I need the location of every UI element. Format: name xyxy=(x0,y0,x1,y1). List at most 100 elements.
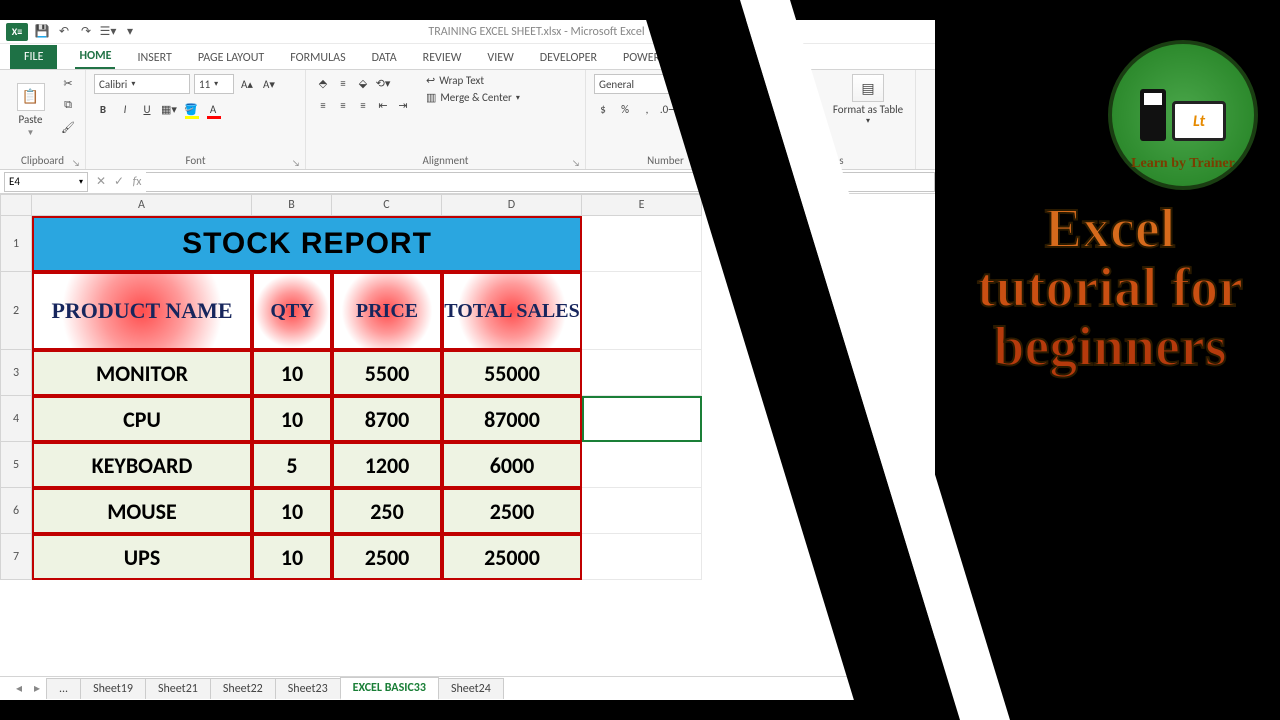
align-middle-icon[interactable]: ≡ xyxy=(334,74,352,92)
enter-icon[interactable]: ✓ xyxy=(110,174,128,189)
name-box[interactable]: E4▾ xyxy=(4,172,88,192)
copy-icon[interactable]: ⧉ xyxy=(59,96,77,114)
cell[interactable]: 8700 xyxy=(332,396,442,442)
orientation-icon[interactable]: ⟲▾ xyxy=(374,74,392,92)
cell[interactable]: KEYBOARD xyxy=(32,442,252,488)
paste-button[interactable]: 📋 Paste ▼ xyxy=(8,74,53,146)
underline-button[interactable]: U xyxy=(138,100,156,118)
number-format-combo[interactable]: General▾ xyxy=(594,74,714,94)
bold-button[interactable]: B xyxy=(94,100,112,118)
accounting-format-button[interactable]: $ xyxy=(594,100,612,118)
wrap-text-button[interactable]: ↩Wrap Text xyxy=(426,74,520,87)
cell[interactable]: 10 xyxy=(252,534,332,580)
font-color-button[interactable]: A xyxy=(204,100,222,118)
row-header[interactable]: 5 xyxy=(0,442,32,488)
tab-developer[interactable]: DEVELOPER xyxy=(536,47,601,69)
merge-center-button[interactable]: ▥Merge & Center▾ xyxy=(426,91,520,104)
redo-icon[interactable]: ↷ xyxy=(78,24,94,40)
header-total-sales[interactable]: TOTAL SALES xyxy=(442,272,582,350)
col-header-b[interactable]: B xyxy=(252,194,332,216)
cell[interactable] xyxy=(582,534,702,580)
align-right-icon[interactable]: ≡ xyxy=(354,96,372,114)
cell[interactable]: 55000 xyxy=(442,350,582,396)
select-all-corner[interactable] xyxy=(0,194,32,216)
tab-powerpivot[interactable]: POWERPIVOT xyxy=(619,47,693,69)
tab-review[interactable]: REVIEW xyxy=(419,47,466,69)
format-as-table-button[interactable]: ▤ Format as Table▾ xyxy=(832,74,904,126)
tab-page-layout[interactable]: PAGE LAYOUT xyxy=(194,47,268,69)
row-header[interactable]: 6 xyxy=(0,488,32,534)
tab-data[interactable]: DATA xyxy=(368,47,401,69)
cell[interactable]: 10 xyxy=(252,488,332,534)
align-top-icon[interactable]: ⬘ xyxy=(314,74,332,92)
increase-decimal-icon[interactable]: .0→ xyxy=(660,100,678,118)
cut-icon[interactable]: ✂ xyxy=(59,74,77,92)
align-left-icon[interactable]: ≡ xyxy=(314,96,332,114)
decrease-decimal-icon[interactable]: ←.0 xyxy=(682,100,700,118)
grow-font-icon[interactable]: A▴ xyxy=(238,75,256,93)
cell[interactable]: MOUSE xyxy=(32,488,252,534)
sheet-tab[interactable]: Sheet23 xyxy=(275,678,341,699)
qat-customize-icon[interactable]: ▾ xyxy=(122,24,138,40)
tab-formulas[interactable]: FORMULAS xyxy=(286,47,349,69)
row-header[interactable]: 3 xyxy=(0,350,32,396)
report-title[interactable]: STOCK REPORT xyxy=(32,216,582,272)
row-header[interactable]: 1 xyxy=(0,216,32,272)
col-header-e[interactable]: E xyxy=(582,194,702,216)
sheet-tab[interactable]: Sheet21 xyxy=(145,678,211,699)
sheet-tab-ellipsis[interactable]: ... xyxy=(46,678,81,699)
sheet-tab-active[interactable]: EXCEL BASIC33 xyxy=(340,677,439,700)
dialog-launcher-icon[interactable]: ↘ xyxy=(71,158,81,168)
formula-input[interactable] xyxy=(146,172,935,192)
cell[interactable] xyxy=(582,272,702,350)
cell[interactable] xyxy=(582,442,702,488)
header-qty[interactable]: QTY xyxy=(252,272,332,350)
tab-view[interactable]: VIEW xyxy=(483,47,517,69)
cell[interactable]: 87000 xyxy=(442,396,582,442)
touch-mode-icon[interactable]: ☰▾ xyxy=(100,24,116,40)
cell[interactable] xyxy=(582,216,702,272)
cell[interactable] xyxy=(582,488,702,534)
tab-file[interactable]: FILE xyxy=(10,45,57,69)
fill-color-button[interactable]: 🪣 xyxy=(182,100,200,118)
cell[interactable]: 2500 xyxy=(332,534,442,580)
row-header[interactable]: 7 xyxy=(0,534,32,580)
cell[interactable]: 10 xyxy=(252,396,332,442)
cell[interactable]: 10 xyxy=(252,350,332,396)
increase-indent-icon[interactable]: ⇥ xyxy=(394,96,412,114)
shrink-font-icon[interactable]: A▾ xyxy=(260,75,278,93)
cancel-icon[interactable]: ✕ xyxy=(92,174,110,189)
cell[interactable]: 5 xyxy=(252,442,332,488)
sheet-nav-prev-icon[interactable]: ◂ xyxy=(10,681,28,696)
decrease-indent-icon[interactable]: ⇤ xyxy=(374,96,392,114)
sheet-tab[interactable]: Sheet24 xyxy=(438,678,504,699)
font-size-combo[interactable]: 11▾ xyxy=(194,74,234,94)
row-header[interactable]: 4 xyxy=(0,396,32,442)
col-header-a[interactable]: A xyxy=(32,194,252,216)
cell[interactable]: 1200 xyxy=(332,442,442,488)
cell[interactable] xyxy=(582,350,702,396)
cell[interactable]: CPU xyxy=(32,396,252,442)
format-painter-icon[interactable]: 🖌 xyxy=(59,118,77,136)
border-button[interactable]: ▦▾ xyxy=(160,100,178,118)
row-header[interactable]: 2 xyxy=(0,272,32,350)
dialog-launcher-icon[interactable]: ↘ xyxy=(731,158,741,168)
align-center-icon[interactable]: ≡ xyxy=(334,96,352,114)
header-product-name[interactable]: PRODUCT NAME xyxy=(32,272,252,350)
cell[interactable]: 2500 xyxy=(442,488,582,534)
italic-button[interactable]: I xyxy=(116,100,134,118)
cell[interactable]: 6000 xyxy=(442,442,582,488)
worksheet[interactable]: A B C D E 1 STOCK REPORT 2 PRODUCT NAME … xyxy=(0,194,935,580)
cell[interactable]: 5500 xyxy=(332,350,442,396)
cell[interactable]: UPS xyxy=(32,534,252,580)
dialog-launcher-icon[interactable]: ↘ xyxy=(571,158,581,168)
active-cell[interactable] xyxy=(582,396,702,442)
col-header-d[interactable]: D xyxy=(442,194,582,216)
col-header-c[interactable]: C xyxy=(332,194,442,216)
align-bottom-icon[interactable]: ⬙ xyxy=(354,74,372,92)
conditional-formatting-button[interactable]: ▦ Conditional Formatting▾ xyxy=(754,74,826,138)
tab-insert[interactable]: INSERT xyxy=(133,47,175,69)
dialog-launcher-icon[interactable]: ↘ xyxy=(291,158,301,168)
sheet-tab[interactable]: Sheet22 xyxy=(210,678,276,699)
cell[interactable]: 25000 xyxy=(442,534,582,580)
